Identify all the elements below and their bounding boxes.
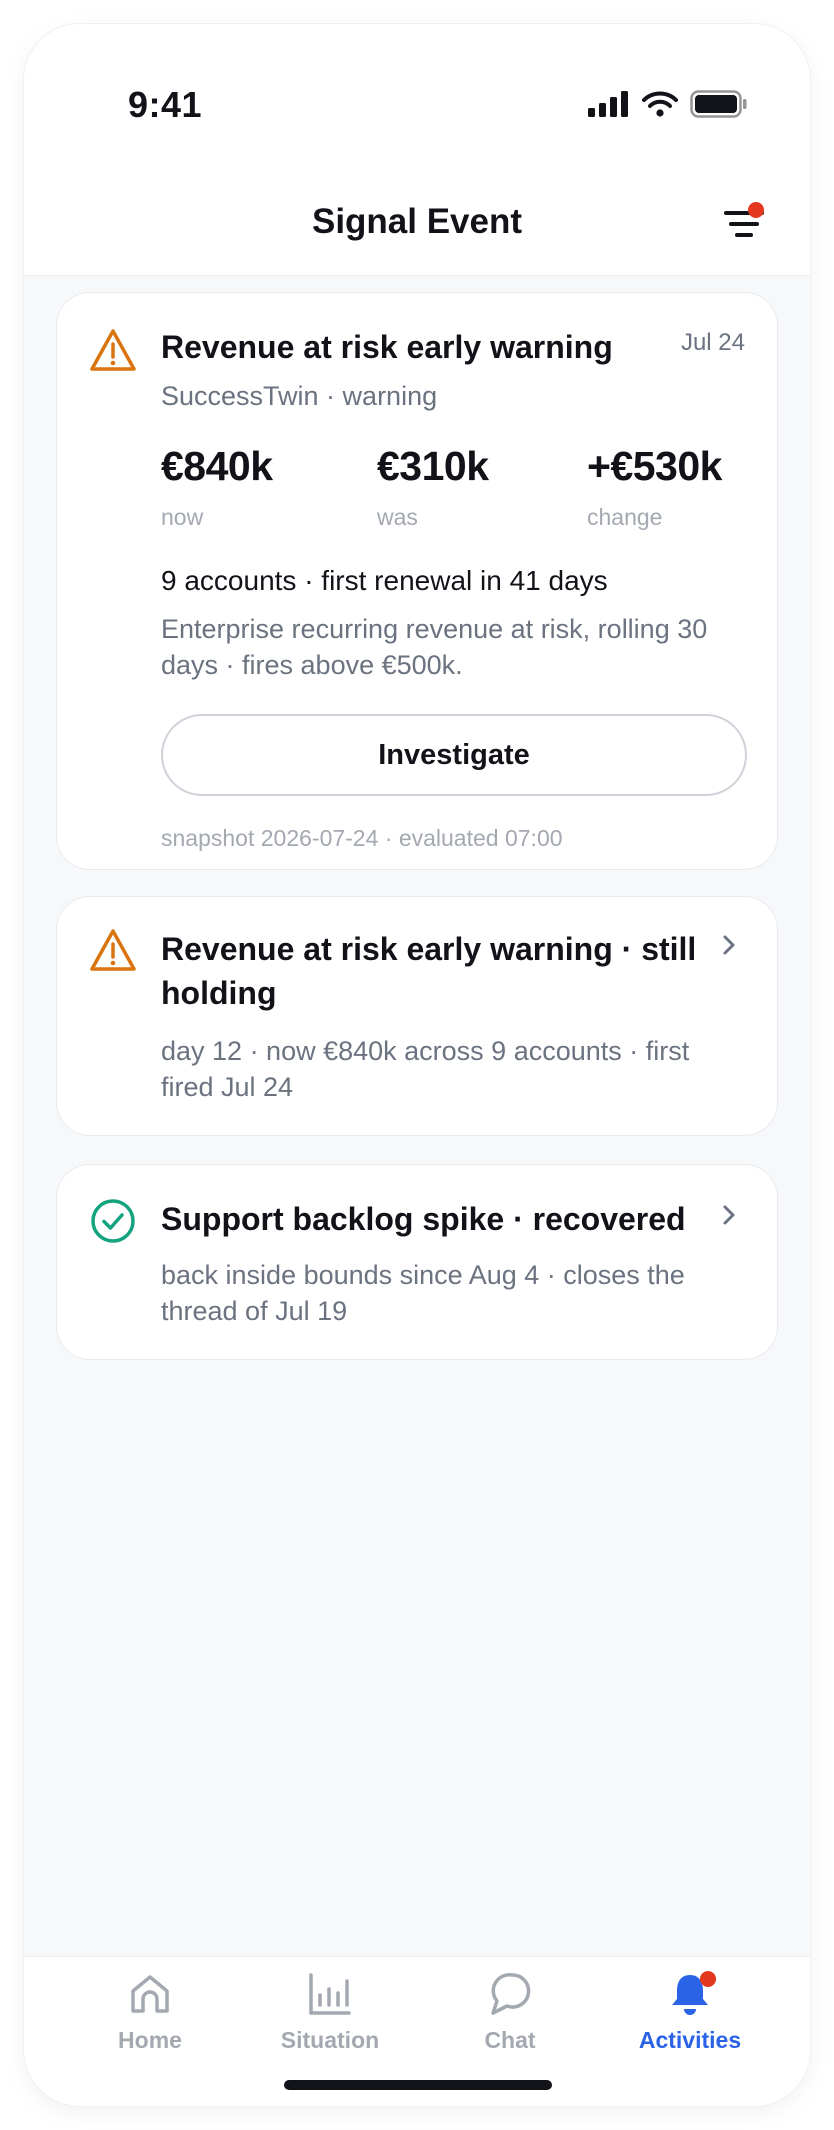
metric-value: +€530k: [587, 443, 722, 489]
event-description: Enterprise recurring revenue at risk, ro…: [161, 614, 708, 680]
top-bar: 9:41 Signal Event: [24, 24, 810, 276]
followup-title: Revenue at risk early warning · still ho…: [161, 931, 697, 1011]
event-date: Jul 24: [680, 329, 745, 356]
tab-label: Situation: [280, 2027, 380, 2053]
tab-bar: Home Situation Chat Activities: [24, 1956, 810, 2106]
tab-label: Home: [118, 2027, 182, 2053]
accounts-summary: 9 accounts · first renewal in 41 days: [161, 565, 608, 596]
metric-value: €310k: [377, 443, 489, 489]
home-icon: [131, 1975, 169, 2013]
tab-label: Activities: [638, 2027, 742, 2053]
metric-label: change: [587, 504, 663, 530]
page-title: Signal Event: [311, 202, 523, 241]
metric-label: was: [377, 504, 418, 530]
tab-situation[interactable]: Situation: [260, 1969, 400, 2054]
metric-change: +€530k change: [587, 443, 722, 531]
investigate-button[interactable]: Investigate: [161, 714, 747, 796]
bar-chart-icon: [309, 1973, 351, 2015]
notification-dot: [700, 1971, 716, 1987]
followup-card[interactable]: Revenue at risk early warning · still ho…: [56, 896, 778, 1136]
warning-icon: [90, 929, 136, 971]
event-source: SuccessTwin · warning: [161, 381, 438, 411]
cellular-signal-icon: [588, 91, 628, 117]
event-card: Revenue at risk early warning Jul 24 Suc…: [56, 292, 778, 870]
metric-value: €840k: [161, 443, 273, 489]
phone-screen: 9:41 Signal Event Revenue at risk early …: [24, 24, 810, 2106]
tab-chat[interactable]: Chat: [440, 1969, 580, 2054]
status-time: 9:41: [128, 84, 203, 125]
followup-title: Support backlog spike · recovered: [161, 1201, 686, 1237]
chevron-right-icon: [723, 935, 735, 955]
wifi-icon: [642, 91, 678, 117]
check-circle-icon: [91, 1199, 135, 1243]
metric-now: €840k now: [161, 443, 273, 531]
filter-lines-icon: [724, 211, 764, 237]
metric-label: now: [161, 504, 204, 530]
battery-icon: [690, 90, 747, 118]
status-icons: [588, 90, 748, 118]
tab-label: Chat: [484, 2027, 536, 2053]
notification-dot: [748, 202, 764, 218]
filter-button[interactable]: [718, 196, 774, 248]
snapshot-info: snapshot 2026-07-24 · evaluated 07:00: [161, 825, 563, 851]
tab-activities[interactable]: Activities: [620, 1969, 760, 2054]
warning-icon: [90, 329, 136, 371]
home-indicator: [284, 2080, 552, 2090]
metric-was: €310k was: [377, 443, 489, 531]
chat-icon: [491, 1973, 531, 2015]
event-title: Revenue at risk early warning: [161, 329, 613, 365]
tab-home[interactable]: Home: [80, 1969, 220, 2054]
followup-detail: back inside bounds since Aug 4 · closes …: [161, 1260, 685, 1326]
chevron-right-icon: [723, 1205, 735, 1225]
followup-card[interactable]: Support backlog spike · recovered back i…: [56, 1164, 778, 1360]
followup-detail: day 12 · now €840k across 9 accounts · f…: [161, 1036, 690, 1102]
